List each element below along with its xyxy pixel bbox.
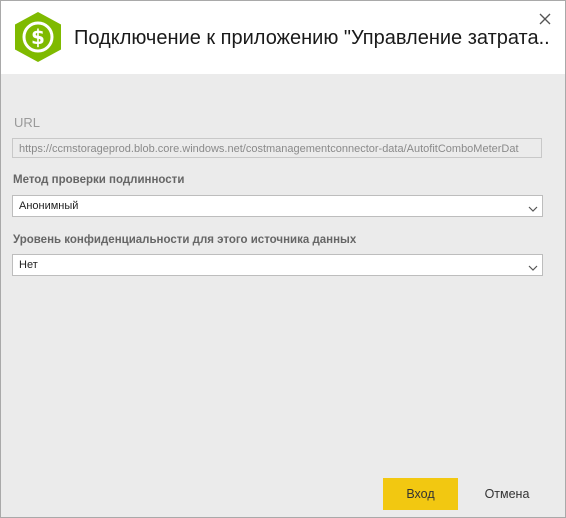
auth-method-label: Метод проверки подлинности bbox=[13, 174, 185, 186]
auth-method-value: Анонимный bbox=[19, 200, 79, 212]
close-icon[interactable] bbox=[537, 11, 553, 27]
dialog-title: Подключение к приложению "Управление зат… bbox=[74, 27, 549, 49]
chevron-down-icon bbox=[528, 260, 538, 271]
svg-text:$: $ bbox=[31, 25, 45, 49]
chevron-down-icon bbox=[528, 201, 538, 212]
auth-method-select[interactable]: Анонимный bbox=[12, 195, 543, 217]
url-label: URL bbox=[14, 115, 41, 130]
privacy-level-select[interactable]: Нет bbox=[12, 254, 543, 276]
privacy-level-value: Нет bbox=[19, 259, 38, 271]
connect-dialog: $ Подключение к приложению "Управление з… bbox=[0, 0, 566, 518]
cancel-button[interactable]: Отмена bbox=[472, 478, 542, 510]
connect-button[interactable]: Вход bbox=[383, 478, 458, 510]
dollar-hexagon-icon: $ bbox=[13, 11, 63, 63]
url-field: https://ccmstorageprod.blob.core.windows… bbox=[12, 138, 542, 158]
privacy-level-label: Уровень конфиденциальности для этого ист… bbox=[13, 234, 357, 246]
dialog-header: $ Подключение к приложению "Управление з… bbox=[1, 1, 565, 74]
